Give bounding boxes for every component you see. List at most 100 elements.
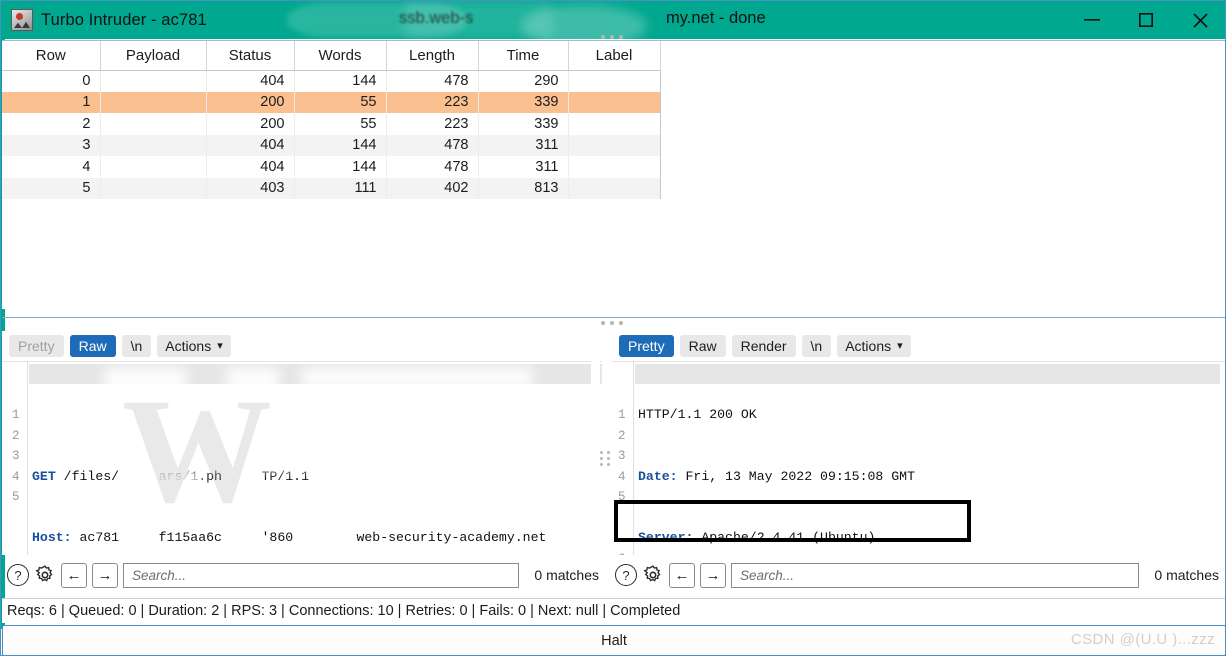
search-prev-button[interactable]: ← <box>669 562 695 588</box>
gear-icon[interactable] <box>34 564 56 586</box>
chevron-down-icon: ▾ <box>217 339 223 352</box>
request-search-input[interactable] <box>123 562 520 588</box>
results-table-panel: Row Payload Status Words Length Time Lab… <box>2 40 1225 309</box>
cell-words: 55 <box>294 113 387 135</box>
search-next-button[interactable]: → <box>700 562 726 588</box>
tab-raw-response[interactable]: Raw <box>679 335 726 357</box>
maximize-icon <box>1139 13 1153 27</box>
request-scroll-gap <box>591 361 600 555</box>
redaction-blur <box>197 410 265 430</box>
cell-label <box>568 113 661 135</box>
redaction-blur <box>302 368 532 388</box>
tab-raw-request[interactable]: Raw <box>69 335 116 357</box>
cell-status: 200 <box>206 91 295 113</box>
cell-row: 0 <box>2 70 101 92</box>
cell-length: 223 <box>386 113 479 135</box>
actions-label: Actions <box>845 338 892 354</box>
cell-label <box>568 156 661 178</box>
cell-label <box>568 91 661 113</box>
gear-icon[interactable] <box>642 564 664 586</box>
redaction-blur <box>217 390 273 410</box>
actions-menu-response[interactable]: Actions ▾ <box>837 335 911 357</box>
horizontal-splitter[interactable] <box>2 317 1225 318</box>
redaction-blur <box>207 450 337 470</box>
column-header-time[interactable]: Time <box>478 41 569 71</box>
request-line-numbers: 1 2 3 4 5 6 7 8 9 <box>2 362 28 555</box>
column-header-status[interactable]: Status <box>206 41 295 71</box>
cell-time: 813 <box>478 177 569 199</box>
column-header-words[interactable]: Words <box>294 41 387 71</box>
redaction-blur <box>299 390 375 410</box>
request-toolbar: Pretty Raw \n Actions ▾ <box>2 331 602 361</box>
cell-payload <box>100 177 207 199</box>
column-header-payload[interactable]: Payload <box>100 41 207 71</box>
redaction-blur <box>104 368 186 390</box>
response-body-highlight-box <box>614 500 971 542</box>
request-panel: Pretty Raw \n Actions ▾ 1 2 3 4 5 6 7 8 … <box>2 331 602 555</box>
close-icon <box>1192 12 1208 28</box>
table-row[interactable]: 4 404 144 478 311 <box>2 156 661 178</box>
cell-payload <box>100 134 207 156</box>
cell-time: 290 <box>478 70 569 92</box>
question-mark-icon[interactable]: ? <box>7 564 29 586</box>
request-match-count: 0 matches <box>534 567 599 583</box>
chevron-down-icon: ▾ <box>897 339 903 352</box>
halt-label: Halt <box>601 632 627 649</box>
redaction-blur <box>227 368 279 390</box>
tab-pretty-response[interactable]: Pretty <box>619 335 674 357</box>
table-row-selected[interactable]: 1 200 55 223 339 <box>2 91 661 113</box>
table-header-row: Row Payload Status Words Length Time Lab… <box>2 41 661 71</box>
table-row[interactable]: 5 403 111 402 813 <box>2 177 661 199</box>
turbo-intruder-window: Turbo Intruder - ac781 ssb.web-s my.net … <box>0 0 1226 656</box>
actions-menu-request[interactable]: Actions ▾ <box>157 335 231 357</box>
cell-length: 478 <box>386 70 479 92</box>
cell-time: 311 <box>478 134 569 156</box>
table-row[interactable]: 3 404 144 478 311 <box>2 134 661 156</box>
cell-row: 4 <box>2 156 101 178</box>
question-mark-icon[interactable]: ? <box>615 564 637 586</box>
column-header-length[interactable]: Length <box>386 41 479 71</box>
window-title-suffix: my.net - done <box>666 9 766 27</box>
horizontal-splitter-handle[interactable] <box>601 321 623 325</box>
cell-status: 404 <box>206 134 295 156</box>
bug-icon <box>11 9 33 31</box>
panel-resize-handle[interactable] <box>600 451 611 466</box>
window-title-blurred: ssb.web-s <box>399 9 474 27</box>
tab-newline-request[interactable]: \n <box>121 335 152 357</box>
close-button[interactable] <box>1173 1 1225 39</box>
tab-newline-response[interactable]: \n <box>801 335 832 357</box>
cell-length: 223 <box>386 91 479 113</box>
cell-row: 1 <box>2 91 101 113</box>
request-editor[interactable]: 1 2 3 4 5 6 7 8 9 GET /files/ ars/1.ph T… <box>2 361 602 555</box>
column-header-label[interactable]: Label <box>568 41 661 71</box>
cell-row: 2 <box>2 113 101 135</box>
column-header-row[interactable]: Row <box>2 41 101 71</box>
cell-payload <box>100 70 207 92</box>
response-match-count: 0 matches <box>1154 567 1219 583</box>
cell-words: 144 <box>294 70 387 92</box>
request-line: Host: ac781 f115aa6c '860 web-security-a… <box>32 530 547 545</box>
halt-bar[interactable]: Halt <box>2 625 1225 655</box>
response-line: Date: Fri, 13 May 2022 09:15:08 GMT <box>638 468 915 484</box>
response-search-input[interactable] <box>731 562 1140 588</box>
response-toolbar: Pretty Raw Render \n Actions ▾ <box>612 331 1225 361</box>
cell-time: 311 <box>478 156 569 178</box>
cell-words: 144 <box>294 156 387 178</box>
maximize-button[interactable] <box>1119 1 1173 39</box>
tab-pretty-request[interactable]: Pretty <box>9 335 64 357</box>
tab-render-response[interactable]: Render <box>731 335 796 357</box>
actions-label: Actions <box>165 338 212 354</box>
cell-payload <box>100 91 207 113</box>
redaction-blur <box>292 410 342 430</box>
table-row[interactable]: 2 200 55 223 339 <box>2 113 661 135</box>
response-line: HTTP/1.1 200 OK <box>638 407 757 422</box>
search-next-button[interactable]: → <box>92 562 118 588</box>
table-row[interactable]: 0 404 144 478 290 <box>2 70 661 92</box>
top-splitter-handle[interactable] <box>601 35 623 39</box>
cell-length: 402 <box>386 177 479 199</box>
redaction-blur <box>102 430 142 450</box>
minimize-button[interactable] <box>1065 1 1119 39</box>
cell-status: 404 <box>206 70 295 92</box>
search-prev-button[interactable]: ← <box>61 562 87 588</box>
window-title-prefix: Turbo Intruder - ac781 <box>41 10 207 29</box>
